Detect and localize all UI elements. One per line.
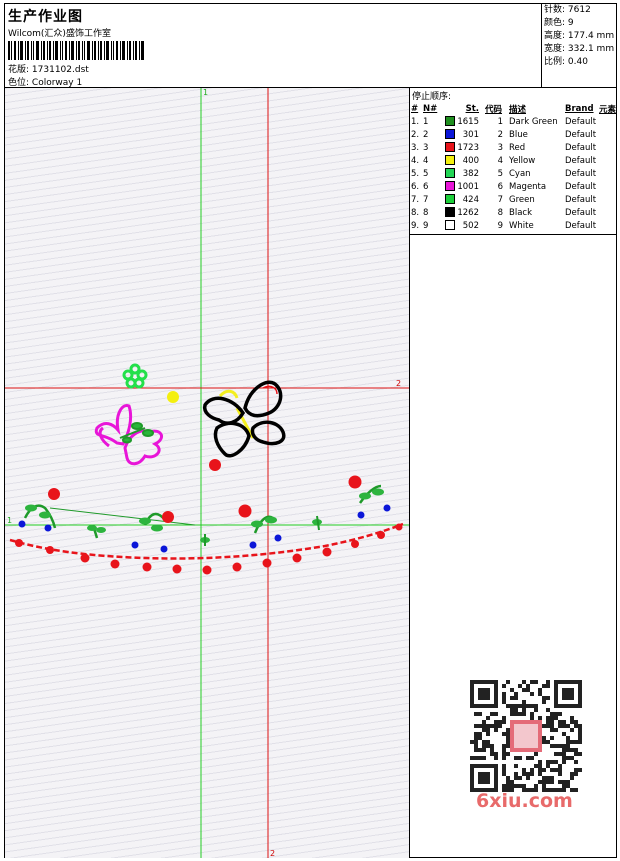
red-flower-small (209, 459, 221, 471)
guide-label-h1: 1 (7, 516, 12, 525)
studio-name: Wilcom(汇众)盛饰工作室 (8, 29, 111, 39)
table-row: 3. 3 1723 3 Red Default (411, 142, 597, 153)
sheet-title: 生产作业图 (8, 9, 83, 25)
table-row: 4. 4 400 4 Yellow Default (411, 155, 597, 166)
design-canvas[interactable]: 1 2 2 1 (5, 88, 409, 858)
guide-label-v1: 1 (203, 88, 208, 97)
barcode (8, 41, 144, 60)
stat-width: 宽度: 332.1 mm (544, 44, 615, 54)
stop-sequence-title: 停止顺序: (412, 92, 452, 102)
table-row: 6. 6 1001 6 Magenta Default (411, 181, 597, 192)
table-header: # N# St. 代码 描述 Brand 元素 (411, 103, 617, 115)
stat-stitches: 针数: 7612 (544, 5, 591, 15)
color-swatch (445, 155, 455, 166)
color-swatch (445, 116, 455, 127)
header-info: 生产作业图 Wilcom(汇众)盛饰工作室 花版: 1731102.dst 色位… (5, 4, 541, 88)
color-swatch (445, 129, 455, 140)
stat-scale: 比例: 0.40 (544, 57, 588, 67)
stat-colors: 颜色: 9 (544, 18, 574, 28)
yellow-dot (167, 391, 179, 403)
design-file-row: 花版: 1731102.dst (8, 62, 89, 75)
table-row: 7. 7 424 7 Green Default (411, 194, 597, 205)
table-row: 9. 9 502 9 White Default (411, 220, 597, 231)
design-preview: 1 2 2 1 (5, 88, 409, 858)
stat-height: 高度: 177.4 mm (544, 31, 615, 41)
stop-sequence-table: # N# St. 代码 描述 Brand 元素 1. 1 1615 1 Dark Gre… (411, 102, 617, 232)
green-flower-motif (122, 363, 148, 389)
color-swatch (445, 142, 455, 153)
stats-panel: 针数: 7612 颜色: 9 高度: 177.4 mm 宽度: 332.1 mm… (541, 4, 616, 88)
stop-sequence-panel: 停止顺序: # N# St. 代码 描述 Brand 元素 1. 1 1615 1 Da… (410, 88, 617, 235)
table-row: 5. 5 382 5 Cyan Default (411, 168, 597, 179)
color-swatch (445, 207, 455, 218)
design-label: 花版: (8, 65, 30, 75)
color-swatch (445, 194, 455, 205)
qr-code (470, 680, 582, 792)
table-row: 2. 2 301 2 Blue Default (411, 129, 597, 140)
color-swatch (445, 220, 455, 231)
qr-code-graphic (470, 680, 582, 792)
guide-label-v2: 2 (270, 849, 275, 858)
black-butterfly-motif (202, 380, 286, 458)
table-row: 1. 1 1615 1 Dark Green Default (411, 116, 597, 127)
watermark-logo: 6xiu.com (476, 790, 573, 812)
guide-label-h2: 2 (396, 379, 401, 388)
table-row: 8. 8 1262 8 Black Default (411, 207, 597, 218)
design-file: 1731102.dst (31, 65, 89, 75)
color-swatch (445, 181, 455, 192)
color-swatch (445, 168, 455, 179)
